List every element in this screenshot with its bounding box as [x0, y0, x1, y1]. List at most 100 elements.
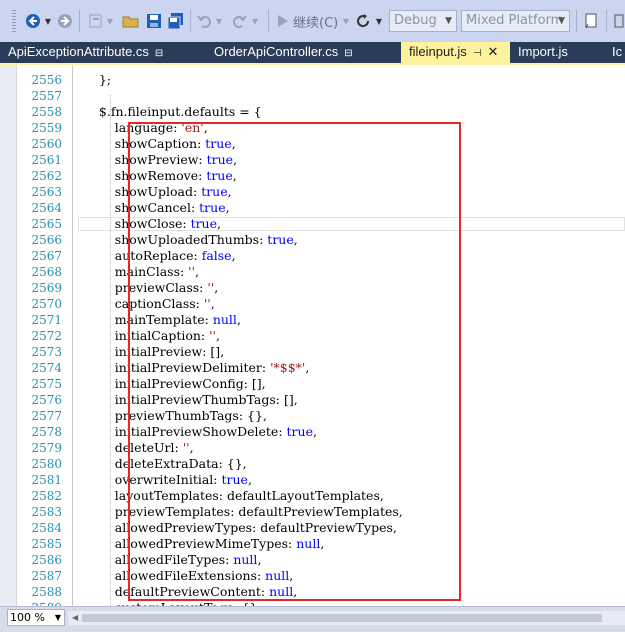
line-number: 2576 — [31, 393, 62, 407]
horizontal-scrollbar[interactable]: ◀ — [68, 611, 625, 625]
chevron-down-icon: ▼ — [445, 16, 452, 26]
line-number: 2586 — [31, 553, 62, 567]
save-icon — [147, 14, 161, 28]
save-all-icon — [167, 13, 183, 29]
tab-fileinput[interactable]: fileinput.js ⊣ ✕ — [401, 42, 510, 63]
folder-open-icon — [122, 16, 139, 28]
line-number: 2572 — [31, 329, 62, 343]
back-arrow-icon — [26, 14, 40, 28]
tab-label: ApiExceptionAttribute.cs — [8, 44, 149, 59]
line-number: 2588 — [31, 585, 62, 599]
document-tab-bar: ApiExceptionAttribute.cs ⊟ OrderApiContro… — [0, 42, 625, 63]
zoom-value: 100 % — [10, 611, 45, 624]
pin-icon[interactable]: ⊟ — [155, 44, 163, 64]
pin-icon[interactable]: ⊣ — [473, 44, 482, 64]
code-line[interactable]: 2557 — [0, 88, 625, 104]
line-number: 2559 — [31, 121, 62, 135]
line-number: 2564 — [31, 201, 62, 215]
line-number: 2574 — [31, 361, 62, 375]
line-number: 2557 — [31, 89, 62, 103]
tab-import[interactable]: Import.js — [510, 42, 608, 63]
back-dropdown-arrow[interactable]: ▼ — [43, 9, 53, 33]
save-button[interactable] — [144, 9, 164, 33]
continue-dropdown-arrow[interactable]: ▼ — [341, 9, 351, 33]
refresh-icon — [357, 14, 370, 28]
line-number: 2560 — [31, 137, 62, 151]
scroll-left-icon[interactable]: ◀ — [72, 611, 78, 625]
tab-overflow[interactable]: Ic — [608, 42, 625, 63]
find-in-files-button[interactable] — [582, 9, 602, 33]
line-number: 2558 — [31, 105, 62, 119]
line-number: 2587 — [31, 569, 62, 583]
tab-label: Ic — [612, 44, 623, 59]
toolbar-grip[interactable] — [12, 10, 16, 32]
line-number: 2568 — [31, 265, 62, 279]
chevron-down-icon: ▼ — [558, 16, 565, 26]
solution-configuration-select[interactable]: Debug ▼ — [389, 10, 457, 32]
zoom-select[interactable]: 100 % ▼ — [7, 609, 65, 626]
configuration-value: Debug — [394, 13, 437, 28]
undo-button[interactable] — [196, 9, 214, 33]
line-number: 2582 — [31, 489, 62, 503]
line-number: 2567 — [31, 249, 62, 263]
line-number: 2562 — [31, 169, 62, 183]
solution-platform-select[interactable]: Mixed Platform ▼ — [461, 10, 570, 32]
line-number: 2584 — [31, 521, 62, 535]
new-project-icon — [89, 14, 102, 28]
tab-label: Import.js — [518, 44, 568, 59]
line-number: 2571 — [31, 313, 62, 327]
forward-arrow-icon — [58, 14, 72, 28]
close-icon[interactable]: ✕ — [488, 42, 499, 62]
new-project-button[interactable] — [86, 9, 106, 33]
tab-orderapicontroller[interactable]: OrderApiController.cs ⊟ — [206, 42, 396, 63]
redo-dropdown-arrow[interactable]: ▼ — [250, 9, 260, 33]
line-number: 2563 — [31, 185, 62, 199]
line-number: 2573 — [31, 345, 62, 359]
line-number: 2569 — [31, 281, 62, 295]
tab-label: OrderApiController.cs — [214, 44, 339, 59]
line-number: 2581 — [31, 473, 62, 487]
line-number: 2577 — [31, 409, 62, 423]
tab-apiexceptionattribute[interactable]: ApiExceptionAttribute.cs ⊟ — [0, 42, 198, 63]
overflow-icon — [614, 14, 624, 28]
refresh-button[interactable] — [354, 9, 372, 33]
undo-icon — [197, 15, 211, 28]
annotation-highlight-box — [128, 122, 461, 601]
refresh-dropdown-arrow[interactable]: ▼ — [374, 9, 384, 33]
chevron-down-icon: ▼ — [54, 613, 61, 622]
toolbar-overflow-button[interactable] — [612, 9, 625, 33]
platform-value: Mixed Platform — [466, 13, 564, 28]
undo-dropdown-arrow[interactable]: ▼ — [214, 9, 224, 33]
play-icon — [278, 15, 288, 27]
scrollbar-thumb[interactable] — [82, 614, 602, 622]
line-number: 2579 — [31, 441, 62, 455]
line-number: 2565 — [31, 217, 62, 231]
line-number: 2585 — [31, 537, 62, 551]
line-number: 2578 — [31, 425, 62, 439]
code-line[interactable]: 2556 }; — [0, 72, 625, 88]
new-dropdown-arrow[interactable]: ▼ — [106, 9, 114, 33]
indent-guide — [110, 95, 111, 606]
tab-label: fileinput.js — [409, 44, 467, 59]
navigate-forward-button[interactable] — [56, 9, 74, 33]
line-number: 2561 — [31, 153, 62, 167]
open-file-button[interactable] — [120, 9, 142, 33]
code-text[interactable]: }; — [83, 72, 111, 88]
toolbar: ▼ ▼ ▼ ▼ 继续(C) ▼ ▼ Debug ▼ Mixed Platform… — [0, 0, 625, 43]
editor-bottom-bar: 100 % ▼ ◀ — [0, 606, 625, 632]
document-search-icon — [585, 13, 597, 29]
line-number: 2566 — [31, 233, 62, 247]
line-number: 2570 — [31, 297, 62, 311]
redo-button[interactable] — [230, 9, 248, 33]
line-number: 2556 — [31, 73, 62, 87]
line-number: 2580 — [31, 457, 62, 471]
continue-label[interactable]: 继续(C) — [293, 12, 338, 31]
save-all-button[interactable] — [166, 9, 186, 33]
line-number: 2575 — [31, 377, 62, 391]
pin-icon[interactable]: ⊟ — [344, 44, 352, 64]
navigate-back-button[interactable] — [22, 9, 44, 33]
code-line[interactable]: 2558 $.fn.fileinput.defaults = { — [0, 104, 625, 120]
continue-button[interactable] — [276, 9, 290, 33]
line-number: 2583 — [31, 505, 62, 519]
redo-icon — [233, 15, 247, 28]
